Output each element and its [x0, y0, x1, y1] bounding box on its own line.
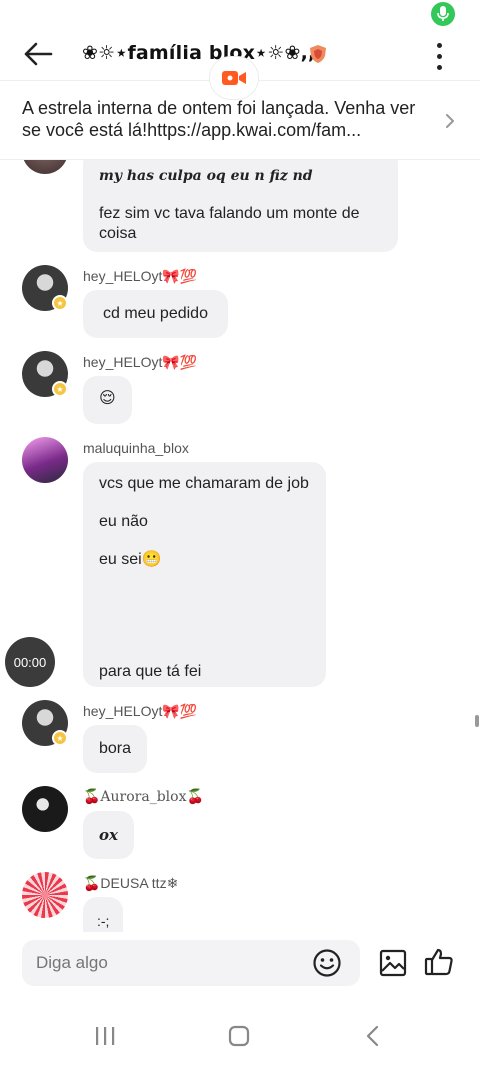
crown-badge-icon: ★ — [52, 730, 68, 746]
message-input[interactable] — [22, 940, 360, 986]
status-bar — [0, 0, 480, 30]
message-text: cd meu pedido — [103, 305, 208, 322]
message-text: fez sim vc tava falando um monte de cois… — [99, 205, 360, 242]
chat-messages[interactable]: my has culpa oq eu n fiz nd fez sim vc t… — [0, 160, 480, 932]
nav-back-icon[interactable] — [364, 1025, 382, 1047]
message-composer — [0, 932, 480, 994]
user-avatar[interactable] — [22, 437, 68, 483]
message-text: my has culpa oq eu n fiz nd — [99, 168, 313, 184]
message-bubble[interactable]: my has culpa oq eu n fiz nd fez sim vc t… — [83, 160, 398, 252]
message-text: eu não — [99, 513, 148, 530]
system-navigation-bar — [0, 994, 480, 1066]
message-text: vcs que me chamaram de job — [99, 475, 309, 492]
message-username[interactable]: hey_HELOyt🎀💯 — [83, 268, 197, 285]
message-text: :-; — [97, 913, 110, 929]
crown-badge-icon: ★ — [52, 295, 68, 311]
message-username[interactable]: hey_HELOyt🎀💯 — [83, 354, 197, 371]
message-bubble[interactable]: bora — [83, 725, 148, 773]
recording-timer[interactable]: 00:00 — [5, 637, 55, 687]
crown-badge-icon: ★ — [52, 381, 68, 397]
message-text: para que tá fei — [99, 663, 202, 680]
home-icon[interactable] — [228, 1025, 250, 1047]
back-arrow-icon[interactable] — [18, 38, 58, 70]
message-username[interactable]: 🍒Aurora_blox🍒 — [83, 789, 204, 805]
image-icon[interactable] — [378, 948, 408, 978]
message-bubble[interactable]: ox — [83, 811, 134, 859]
message-username[interactable]: hey_HELOyt🎀💯 — [83, 703, 197, 720]
announcement-text: A estrela interna de ontem foi lançada. … — [22, 98, 416, 140]
message-bubble[interactable]: 😌 — [83, 376, 132, 424]
group-title[interactable]: ❀☼⋆família blox⋆☼❀,, — [82, 42, 315, 64]
message-text: bora — [99, 740, 132, 757]
message-bubble[interactable]: cd meu pedido — [83, 290, 228, 338]
user-avatar[interactable] — [22, 872, 68, 918]
message-username[interactable]: maluquinha_blox — [83, 440, 189, 456]
recent-apps-icon[interactable] — [94, 1026, 116, 1046]
thumbs-up-icon[interactable] — [423, 946, 455, 978]
chevron-right-icon — [442, 111, 458, 131]
message-bubble[interactable]: vcs que me chamaram de job eu não eu sei… — [83, 462, 326, 687]
message-username[interactable]: 🍒DEUSA ttz❄ — [83, 875, 178, 892]
scrollbar[interactable] — [475, 715, 479, 727]
video-camera-icon — [222, 71, 246, 85]
message-text: ox — [99, 826, 118, 844]
message-bubble[interactable]: :-; — [83, 897, 124, 932]
message-text: 😌 — [99, 390, 116, 407]
user-avatar[interactable] — [22, 786, 68, 832]
microphone-in-use-icon — [431, 2, 455, 26]
emoji-icon[interactable] — [312, 948, 342, 978]
live-video-button[interactable] — [209, 56, 259, 100]
user-avatar[interactable] — [22, 160, 68, 174]
shield-badge-icon — [308, 44, 328, 64]
more-options-icon[interactable] — [426, 36, 452, 76]
message-text: eu sei😬 — [99, 551, 162, 568]
